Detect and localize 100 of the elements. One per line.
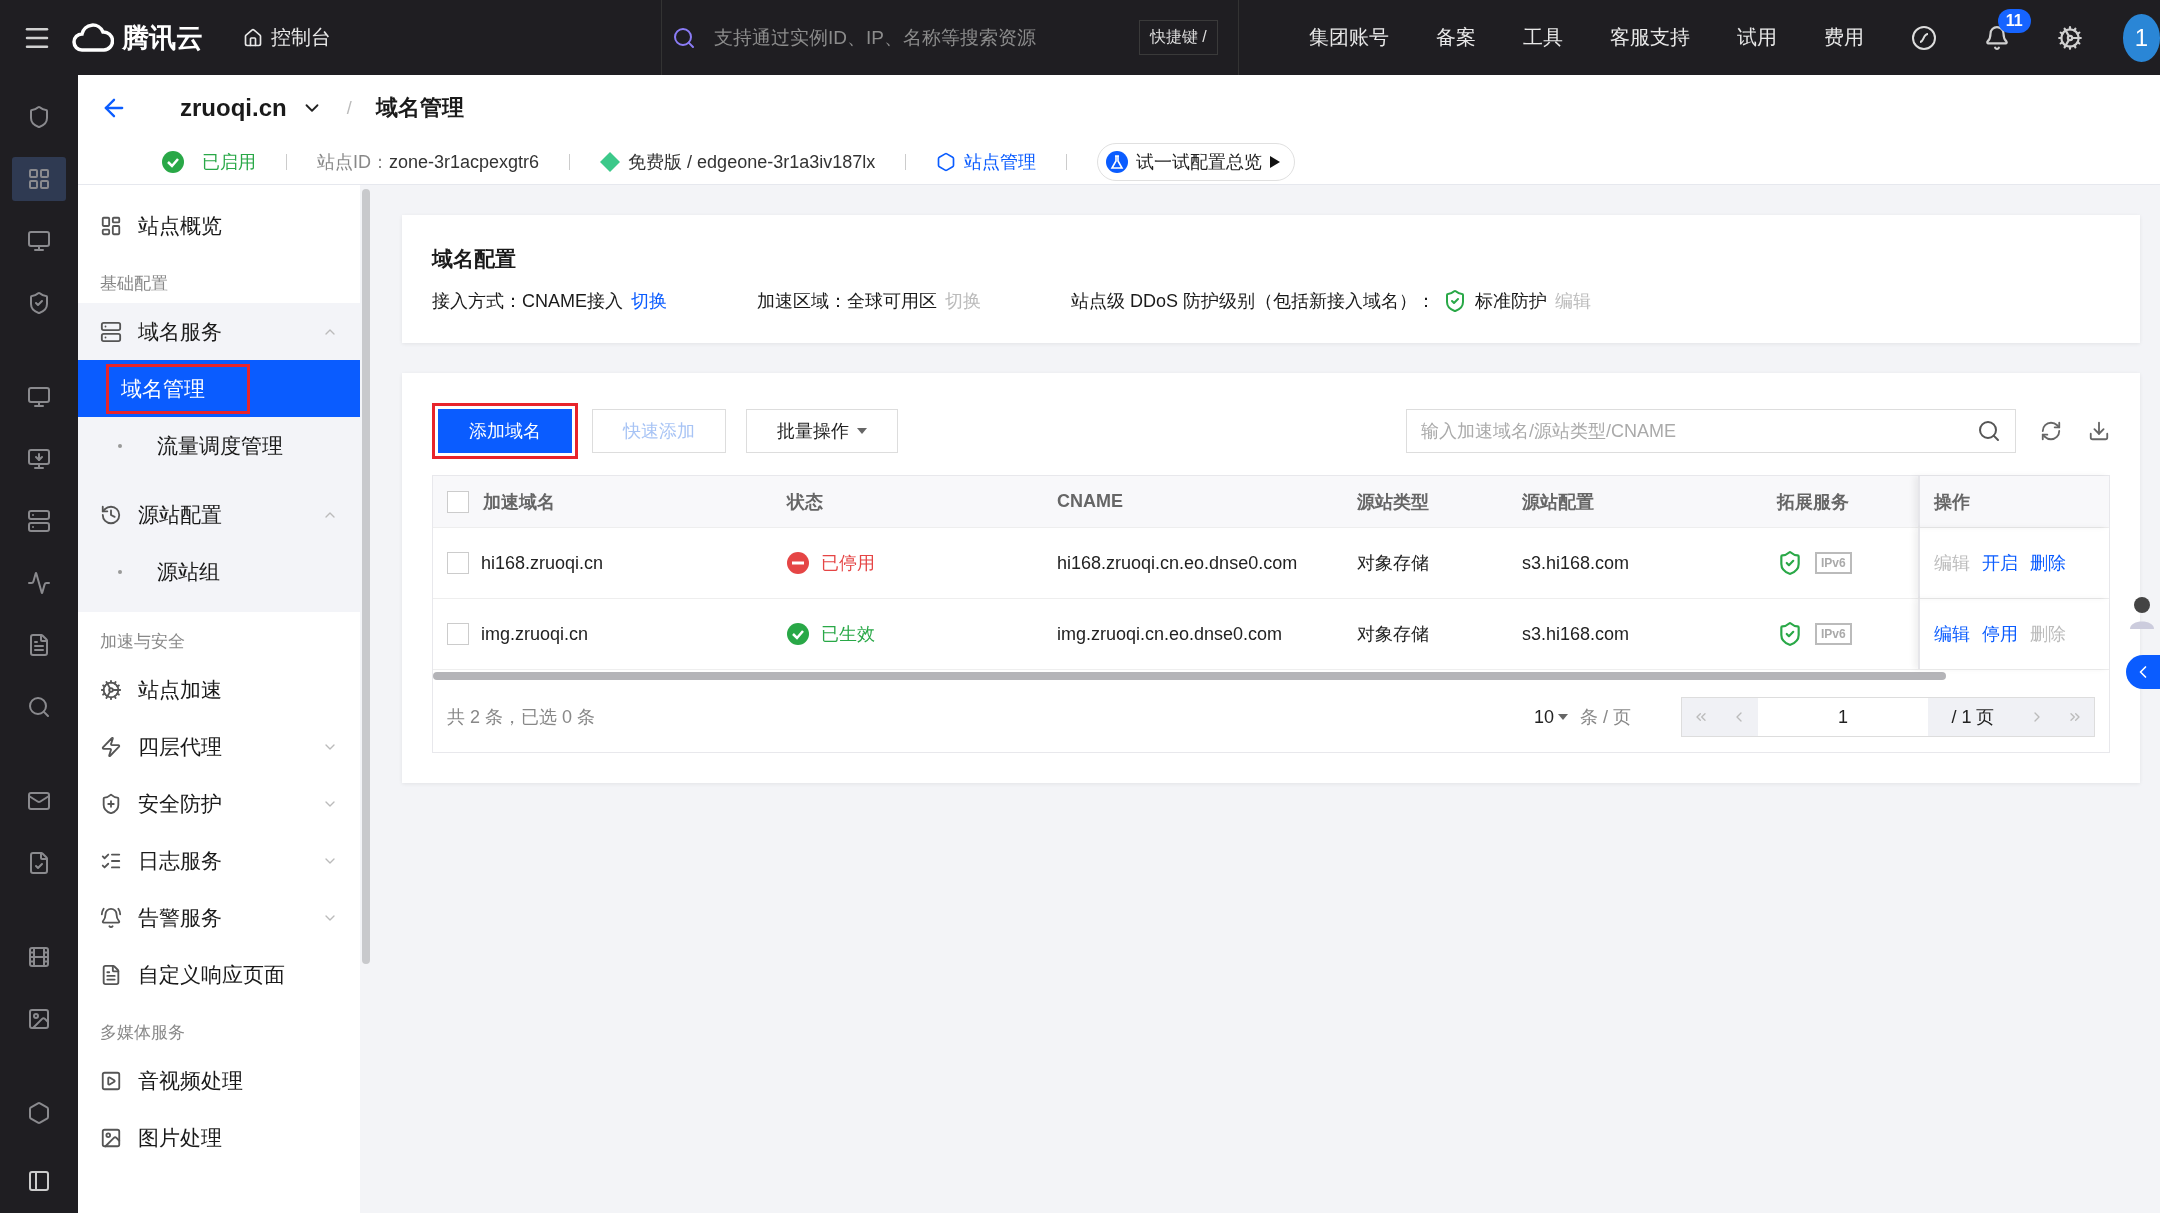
site-status: 已启用 xyxy=(202,151,256,174)
column-header: 状态 xyxy=(787,490,823,514)
sidebar-group[interactable]: 四层代理 xyxy=(78,718,360,775)
nav-link[interactable]: 集团账号 xyxy=(1308,24,1389,51)
hexagon-icon[interactable] xyxy=(27,1101,51,1125)
sidebar-section: 多媒体服务 xyxy=(78,1003,360,1052)
image-icon[interactable] xyxy=(27,1007,51,1031)
plan-text: 免费版 / edgeone-3r1a3iv187lx xyxy=(628,151,876,174)
console-link[interactable]: 控制台 xyxy=(243,24,331,51)
search-icon xyxy=(672,25,696,50)
refresh-icon[interactable] xyxy=(2040,420,2062,442)
site-id-label: 站点ID： xyxy=(317,151,389,174)
gear-icon xyxy=(100,678,122,701)
diamond-icon xyxy=(600,152,621,172)
sidebar-item[interactable]: 音视频处理 xyxy=(78,1052,360,1109)
file-check-icon[interactable] xyxy=(27,851,51,875)
monitor-icon[interactable] xyxy=(27,229,51,253)
check-circle-icon xyxy=(162,151,184,173)
column-header: 拓展服务 xyxy=(1777,490,1849,514)
search-icon xyxy=(1977,419,2001,443)
sidebar-subitem[interactable]: 域名管理 xyxy=(78,360,360,417)
pulse-icon[interactable] xyxy=(27,571,51,595)
settings-icon[interactable] xyxy=(2056,24,2083,51)
table-cell: s3.hi168.com xyxy=(1522,552,1630,574)
column-header: 源站配置 xyxy=(1522,490,1594,514)
play-icon xyxy=(1270,156,1281,168)
site-selector[interactable]: zruoqi.cn xyxy=(180,94,287,122)
shield-check-icon xyxy=(1777,550,1803,576)
caret-icon[interactable] xyxy=(1558,714,1568,720)
sidebar-item[interactable]: 站点概览 xyxy=(78,197,360,254)
sidebar-section: 基础配置 xyxy=(78,254,360,303)
sidebar-group[interactable]: 安全防护 xyxy=(78,775,360,832)
nav-link[interactable]: 客服支持 xyxy=(1609,24,1690,51)
table-cell-text: 对象存储 xyxy=(1357,623,1429,646)
sidebar-group[interactable]: 日志服务 xyxy=(78,832,360,889)
sidebar-subitem[interactable]: 源站组 xyxy=(78,543,360,600)
scrollbar[interactable] xyxy=(433,672,1946,680)
table-cell: hi168.zruoqi.cn.eo.dnse0.com xyxy=(1057,552,1298,574)
download-icon[interactable] xyxy=(2088,420,2110,442)
sidebar-group[interactable]: 告警服务 xyxy=(78,889,360,946)
monitor-icon[interactable] xyxy=(27,385,51,409)
per-page-label: 条 / 页 xyxy=(1580,706,1631,729)
grid-icon[interactable] xyxy=(27,167,51,191)
column-header: 加速域名 xyxy=(483,490,555,514)
history-icon xyxy=(100,503,122,526)
link-circle-icon[interactable] xyxy=(1910,24,1937,51)
nav-link[interactable]: 备案 xyxy=(1435,24,1476,51)
server-icon xyxy=(100,320,122,343)
page-size-select[interactable]: 10 xyxy=(1533,706,1554,728)
sidebar-item[interactable]: 站点加速 xyxy=(78,661,360,718)
page-input[interactable]: 1 xyxy=(1758,706,1928,728)
table-cell: hi168.zruoqi.cn xyxy=(481,552,604,574)
try-overview-button[interactable]: 试一试配置总览 xyxy=(1097,143,1296,181)
site-manage-link[interactable]: 站点管理 xyxy=(964,150,1037,174)
config-action-link[interactable]: 切换 xyxy=(631,289,667,313)
play-icon xyxy=(100,1069,122,1092)
collapse-tab[interactable] xyxy=(2126,655,2160,689)
monitor-download-icon[interactable] xyxy=(27,447,51,471)
site-id: zone-3r1acpexgtr6 xyxy=(389,151,540,173)
server-icon[interactable] xyxy=(27,509,51,533)
bell-icon[interactable] xyxy=(1983,24,2010,51)
sidebar-item[interactable]: 图片处理 xyxy=(78,1109,360,1166)
page-title: 域名管理 xyxy=(375,94,464,122)
sidebar-subitem[interactable]: 流量调度管理 xyxy=(78,417,360,474)
mail-icon[interactable] xyxy=(27,789,51,813)
action-link[interactable]: 开启 xyxy=(1982,551,2018,575)
scrollbar[interactable] xyxy=(362,189,370,964)
nav-link[interactable]: 费用 xyxy=(1823,24,1864,51)
document-icon[interactable] xyxy=(27,633,51,657)
sidebar-group[interactable]: 域名服务 xyxy=(78,303,360,360)
shield-icon[interactable] xyxy=(27,105,51,129)
action-link[interactable]: 停用 xyxy=(1982,622,2018,646)
flask-icon xyxy=(1106,151,1129,173)
user-avatar[interactable]: 1 xyxy=(2122,13,2160,62)
nav-link[interactable]: 工具 xyxy=(1522,24,1563,51)
checkbox[interactable] xyxy=(447,490,469,513)
film-icon[interactable] xyxy=(27,945,51,969)
search-icon[interactable] xyxy=(27,695,51,719)
sidebar-section: 加速与安全 xyxy=(78,612,360,661)
config-label: 站点级 DDoS 防护级别（包括新接入域名）： xyxy=(1071,290,1436,313)
shield-check-icon xyxy=(1777,621,1803,647)
sidebar-group[interactable]: 源站配置 xyxy=(78,486,360,543)
image-icon xyxy=(100,1126,122,1149)
action-link[interactable]: 编辑 xyxy=(1934,622,1970,646)
panel-icon[interactable] xyxy=(27,1169,51,1193)
nav-link[interactable]: 试用 xyxy=(1736,24,1777,51)
assistant-avatar[interactable] xyxy=(2128,595,2156,629)
checkbox[interactable] xyxy=(447,552,469,574)
checkbox[interactable] xyxy=(447,623,469,645)
logo[interactable]: 腾讯云 xyxy=(72,19,203,56)
toolbar-button[interactable]: 批量操作 xyxy=(746,409,898,453)
page-total: / 1 页 xyxy=(1928,698,2018,736)
shield-check-icon[interactable] xyxy=(27,291,51,315)
sidebar-item[interactable]: 自定义响应页面 xyxy=(78,946,360,1003)
toolbar-button[interactable]: 添加域名 xyxy=(438,409,572,453)
ipv6-tag: IPv6 xyxy=(1815,552,1852,574)
column-header: 源站类型 xyxy=(1357,490,1429,514)
check-circle-icon xyxy=(787,623,809,645)
action-link[interactable]: 删除 xyxy=(2030,551,2066,575)
caret-icon xyxy=(857,428,867,434)
